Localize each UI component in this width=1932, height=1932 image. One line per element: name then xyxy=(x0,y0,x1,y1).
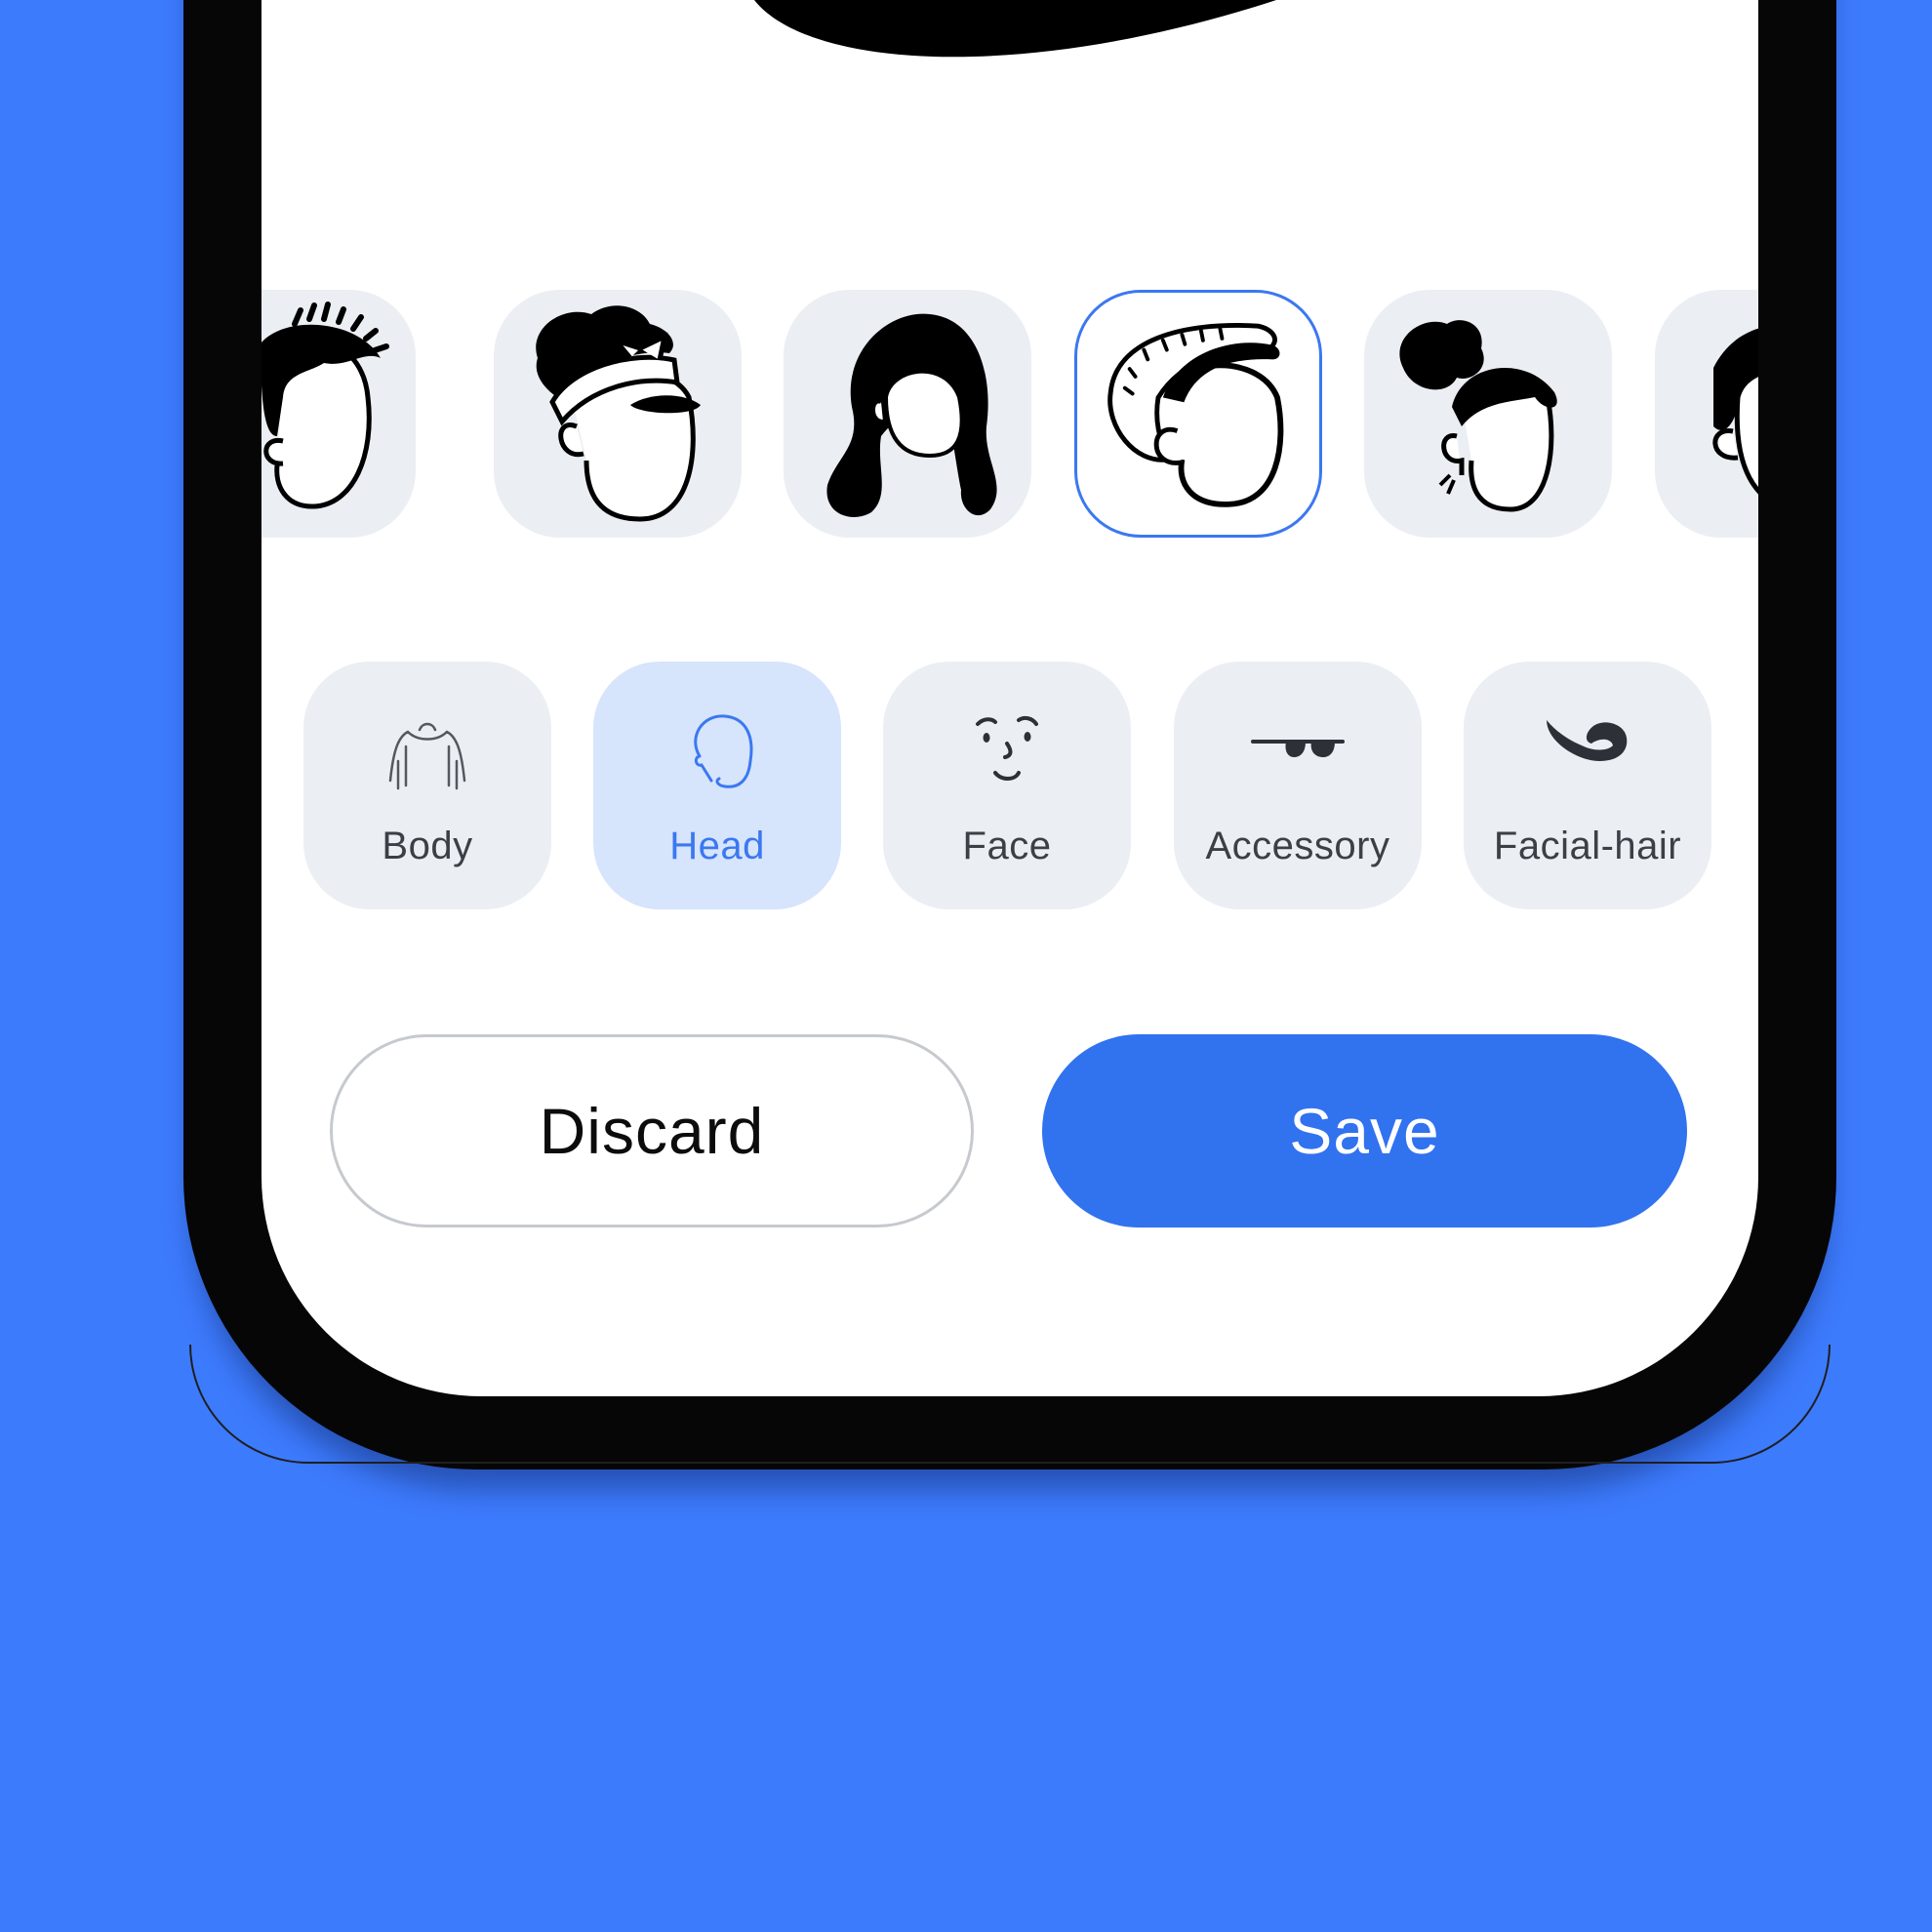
hair-option-short-curly[interactable] xyxy=(262,290,416,538)
hair-long-wavy-icon xyxy=(826,313,997,517)
hair-short-icon xyxy=(1712,328,1758,495)
tab-face[interactable]: Face xyxy=(883,662,1131,909)
hair-short-curly-icon xyxy=(262,302,389,509)
hair-option-puff-bun[interactable] xyxy=(1364,290,1612,538)
tab-face-label: Face xyxy=(962,825,1052,867)
hair-option-beanie[interactable] xyxy=(1074,290,1322,538)
tab-accessory[interactable]: Accessory xyxy=(1174,662,1422,909)
tab-facial-hair[interactable]: Facial-hair xyxy=(1464,662,1711,909)
hair-style-picker xyxy=(262,290,1758,538)
tab-head[interactable]: Head xyxy=(593,662,841,909)
hair-option-long-wavy[interactable] xyxy=(784,290,1031,538)
tab-body-label: Body xyxy=(382,825,473,867)
avatar-preview xyxy=(754,0,1276,58)
sunglasses-icon xyxy=(1249,703,1347,800)
avatar-editor-screen: Body Head Face Accessory Facial-hair Dis… xyxy=(262,0,1758,1396)
body-icon xyxy=(379,703,476,800)
face-icon xyxy=(958,703,1056,800)
tab-body[interactable]: Body xyxy=(303,662,551,909)
tab-head-label: Head xyxy=(669,825,765,867)
hair-option-bandana[interactable] xyxy=(494,290,742,538)
save-button[interactable]: Save xyxy=(1042,1034,1687,1228)
discard-button[interactable]: Discard xyxy=(330,1034,974,1228)
category-tabs: Body Head Face Accessory Facial-hair xyxy=(262,662,1758,909)
hair-option-short[interactable] xyxy=(1655,290,1758,538)
tab-facial-hair-label: Facial-hair xyxy=(1493,825,1682,867)
hair-puff-bun-icon xyxy=(1399,320,1557,512)
head-icon xyxy=(668,703,766,800)
mustache-icon xyxy=(1539,703,1636,800)
hair-beanie-icon xyxy=(1107,323,1284,507)
phone-frame: Body Head Face Accessory Facial-hair Dis… xyxy=(183,0,1836,1469)
hair-bandana-icon xyxy=(536,305,701,522)
tab-accessory-label: Accessory xyxy=(1205,825,1390,867)
